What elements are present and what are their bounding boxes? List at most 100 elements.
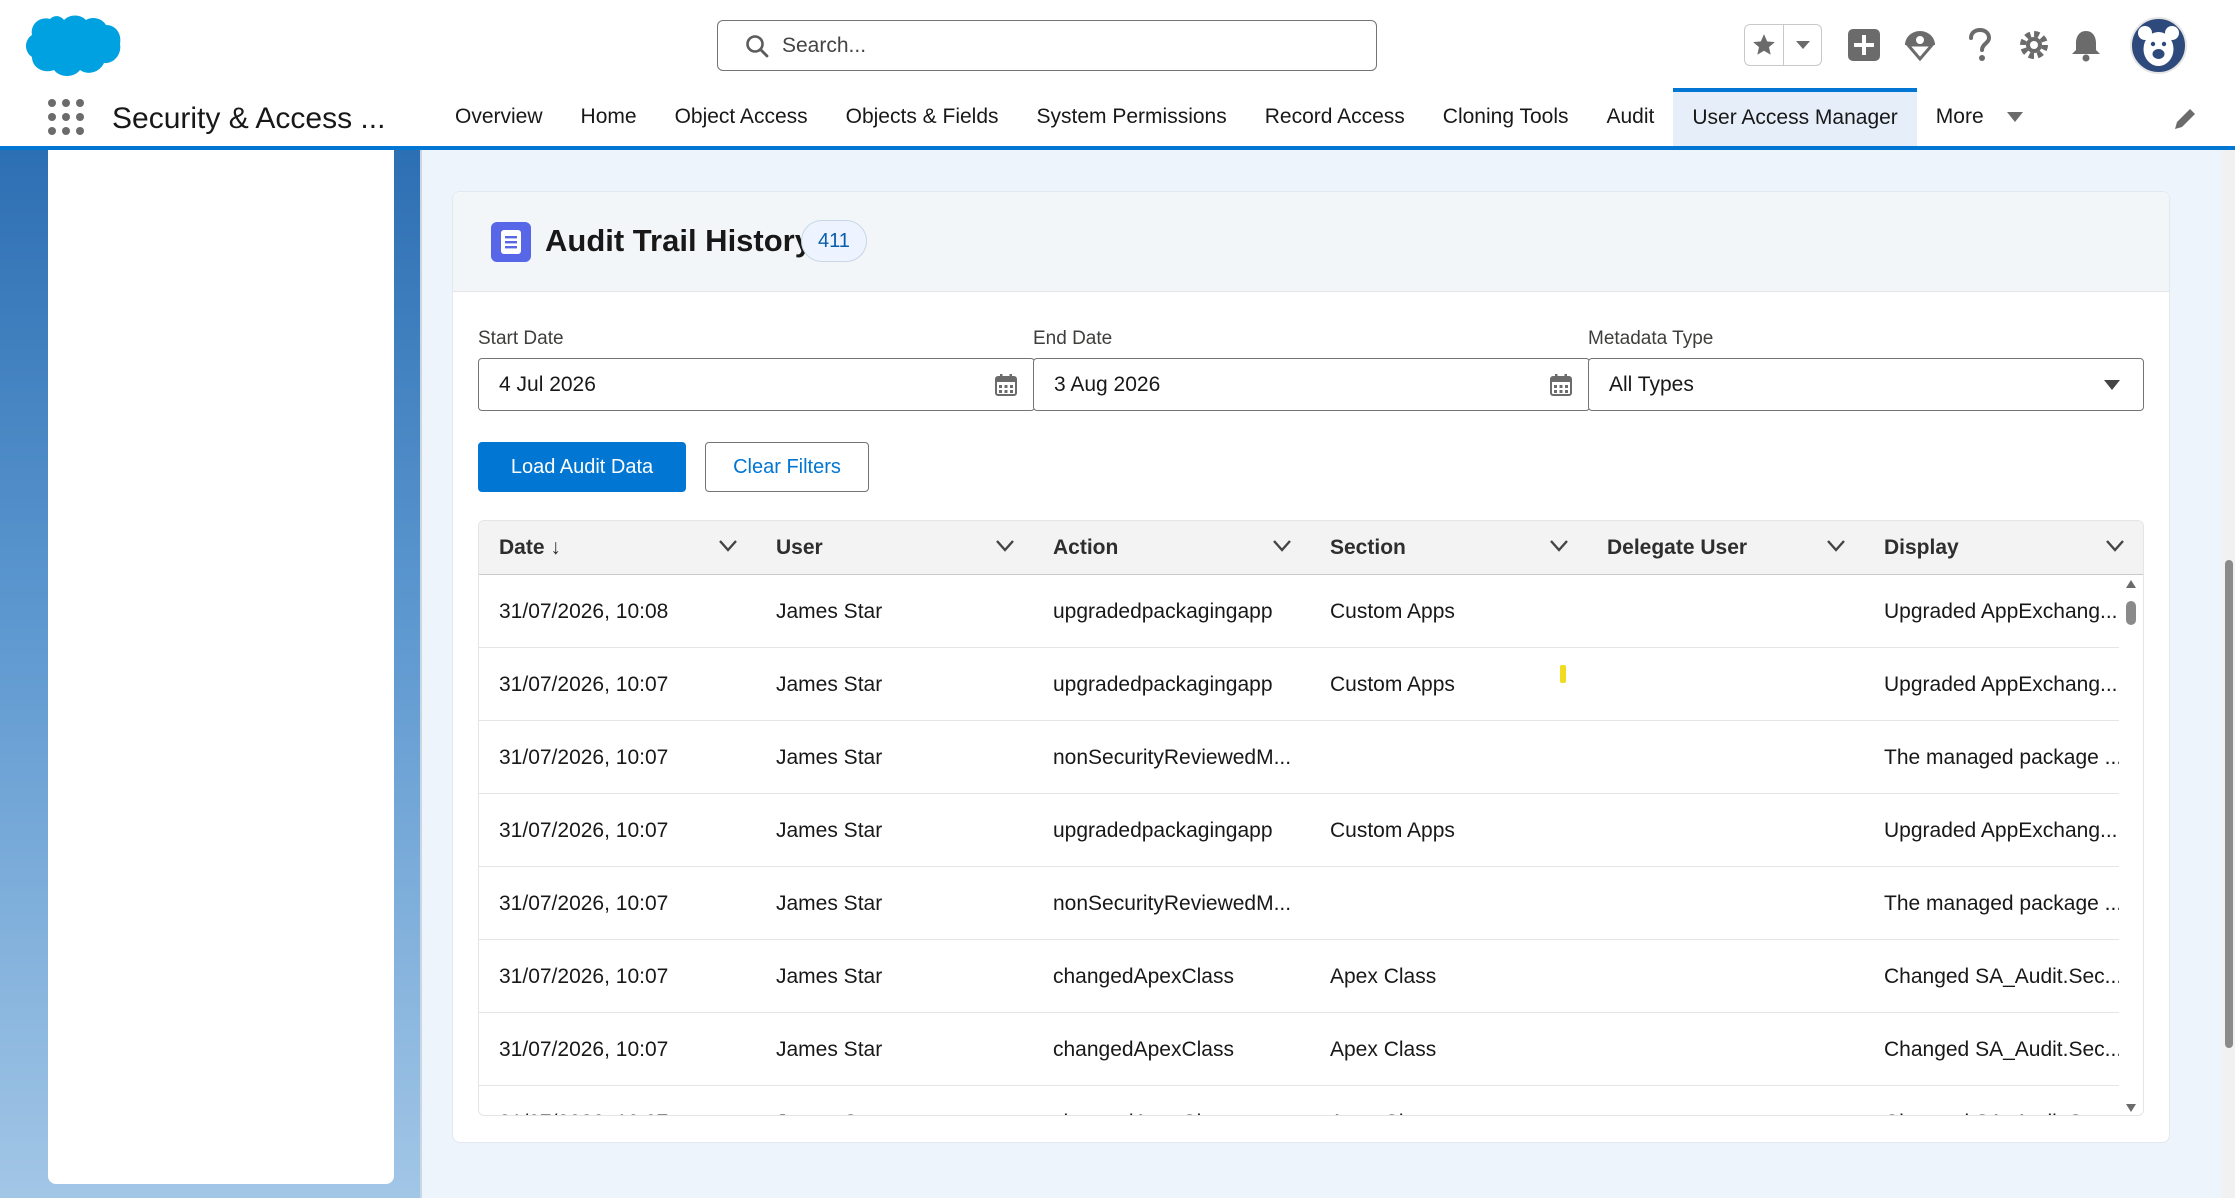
cell-date: 31/07/2026, 10:07: [499, 1037, 669, 1061]
tab-label: User Access Manager: [1692, 106, 1898, 129]
star-icon: [1753, 34, 1776, 55]
cell-action: nonSecurityReviewedM...: [1053, 891, 1292, 915]
column-header-action[interactable]: Action: [1033, 521, 1310, 575]
cell-date: 31/07/2026, 10:07: [499, 818, 669, 842]
tab-overview[interactable]: Overview: [436, 88, 562, 146]
cell-user: James Star: [776, 964, 883, 988]
column-label: Action: [1053, 536, 1119, 559]
table-row[interactable]: 31/07/2026, 10:08 James Star upgradedpac…: [479, 575, 2119, 648]
global-header: [0, 0, 2235, 88]
tab-cloning-tools[interactable]: Cloning Tools: [1424, 88, 1588, 146]
cell-action: upgradedpackagingapp: [1053, 818, 1273, 842]
trailhead-button[interactable]: [1902, 27, 1938, 63]
scroll-down-icon[interactable]: [2125, 1103, 2137, 1113]
cell-date: 31/07/2026, 10:07: [499, 964, 669, 988]
start-date-field[interactable]: 4 Jul 2026: [478, 358, 1035, 411]
cell-user: James Star: [776, 745, 883, 769]
app-launcher-icon[interactable]: [47, 98, 85, 136]
table-scroll-thumb[interactable]: [2126, 601, 2136, 625]
column-label: Display: [1884, 536, 1959, 559]
global-actions-button[interactable]: [1846, 27, 1882, 63]
cell-date: 31/07/2026, 10:07: [499, 745, 669, 769]
cell-delegate-user: [1587, 1013, 1864, 1086]
metadata-type-value: All Types: [1609, 372, 1694, 396]
search-input[interactable]: [782, 33, 1342, 58]
table-scrollbar[interactable]: [2121, 575, 2141, 1115]
tab-label: Object Access: [674, 105, 808, 128]
table-row[interactable]: 31/07/2026, 10:07 James Star nonSecurity…: [479, 721, 2119, 794]
tab-system-permissions[interactable]: System Permissions: [1018, 88, 1246, 146]
load-audit-data-button[interactable]: Load Audit Data: [478, 442, 686, 492]
start-date-label: Start Date: [478, 328, 564, 349]
metadata-type-select[interactable]: All Types: [1588, 358, 2144, 411]
table-row[interactable]: 31/07/2026, 10:07 James Star changedApex…: [479, 1013, 2119, 1086]
favorites-button[interactable]: [1745, 25, 1785, 65]
tab-objects-fields[interactable]: Objects & Fields: [827, 88, 1018, 146]
cell-section: Apex Class: [1310, 1086, 1587, 1116]
cell-section: Custom Apps: [1330, 599, 1455, 623]
end-date-field[interactable]: 3 Aug 2026: [1033, 358, 1590, 411]
chevron-down-icon[interactable]: [995, 539, 1015, 553]
card-header: Audit Trail History 411: [453, 192, 2169, 292]
tab-object-access[interactable]: Object Access: [656, 88, 827, 146]
metadata-type-label: Metadata Type: [1588, 328, 1714, 349]
calendar-icon[interactable]: [994, 373, 1018, 397]
cell-user: James Star: [776, 818, 883, 842]
page-scrollbar[interactable]: [2222, 150, 2235, 1198]
user-avatar[interactable]: [2130, 17, 2187, 74]
tab-label: Cloning Tools: [1442, 105, 1569, 128]
table-row[interactable]: 31/07/2026, 10:07 James Star changedApex…: [479, 1086, 2119, 1116]
cell-action: nonSecurityReviewedM...: [1053, 745, 1292, 769]
cell-display: Upgraded AppExchang...: [1884, 818, 2118, 842]
cell-section: Custom Apps: [1330, 818, 1455, 842]
tab-home[interactable]: Home: [562, 88, 656, 146]
cell-action: changedApexClass: [1053, 1037, 1234, 1061]
calendar-icon[interactable]: [1549, 373, 1573, 397]
table-header: Date ↓ User Action Section Delegate User…: [479, 521, 2143, 575]
cell-delegate-user: [1587, 648, 1864, 721]
table-row[interactable]: 31/07/2026, 10:07 James Star changedApex…: [479, 940, 2119, 1013]
cell-action: changedApexClass: [1053, 964, 1234, 988]
tab-audit[interactable]: Audit: [1588, 88, 1674, 146]
global-search[interactable]: [717, 20, 1377, 71]
tab-label: Objects & Fields: [845, 105, 999, 128]
tab-user-access-manager[interactable]: User Access Manager: [1673, 88, 1917, 146]
tab-record-access[interactable]: Record Access: [1246, 88, 1424, 146]
page-scroll-thumb[interactable]: [2225, 560, 2233, 1048]
cell-user: James Star: [776, 672, 883, 696]
cell-action: upgradedpackagingapp: [1053, 599, 1273, 623]
cell-user: James Star: [776, 599, 883, 623]
column-header-section[interactable]: Section: [1310, 521, 1587, 575]
chevron-down-icon[interactable]: [1826, 539, 1846, 553]
column-header-date[interactable]: Date ↓: [479, 521, 756, 575]
tab-more[interactable]: More: [1917, 88, 2043, 146]
chevron-down-icon[interactable]: [1549, 539, 1569, 553]
clear-filters-button[interactable]: Clear Filters: [705, 442, 869, 492]
cell-display: Changed SA_Audit.Sec...: [1884, 1037, 2119, 1061]
tab-label: Record Access: [1264, 105, 1405, 128]
help-button[interactable]: [1962, 27, 1998, 63]
table-row[interactable]: 31/07/2026, 10:07 James Star upgradedpac…: [479, 648, 2119, 721]
cell-section: [1310, 721, 1587, 794]
column-header-display[interactable]: Display: [1864, 521, 2143, 575]
chevron-down-icon[interactable]: [718, 539, 738, 553]
table-row[interactable]: 31/07/2026, 10:07 James Star upgradedpac…: [479, 794, 2119, 867]
audit-trail-card: Audit Trail History 411 Start Date 4 Jul…: [452, 191, 2170, 1143]
chevron-down-icon[interactable]: [1272, 539, 1292, 553]
column-header-delegate-user[interactable]: Delegate User: [1587, 521, 1864, 575]
bear-avatar-icon: [2138, 26, 2179, 66]
column-header-user[interactable]: User: [756, 521, 1033, 575]
scroll-up-icon[interactable]: [2125, 579, 2137, 589]
setup-button[interactable]: [2016, 27, 2052, 63]
notifications-button[interactable]: [2068, 27, 2104, 63]
chevron-down-icon: [2006, 112, 2023, 122]
table-row[interactable]: 31/07/2026, 10:07 James Star nonSecurity…: [479, 867, 2119, 940]
audit-list-icon: [491, 222, 531, 262]
tab-label: Home: [580, 105, 637, 128]
chevron-down-icon[interactable]: [2105, 539, 2125, 553]
tab-label: More: [1935, 105, 1984, 128]
salesforce-logo[interactable]: [24, 12, 122, 80]
favorites-dropdown[interactable]: [1784, 25, 1821, 65]
favorites-button-group: [1744, 24, 1822, 66]
edit-nav-icon[interactable]: [2171, 105, 2199, 133]
